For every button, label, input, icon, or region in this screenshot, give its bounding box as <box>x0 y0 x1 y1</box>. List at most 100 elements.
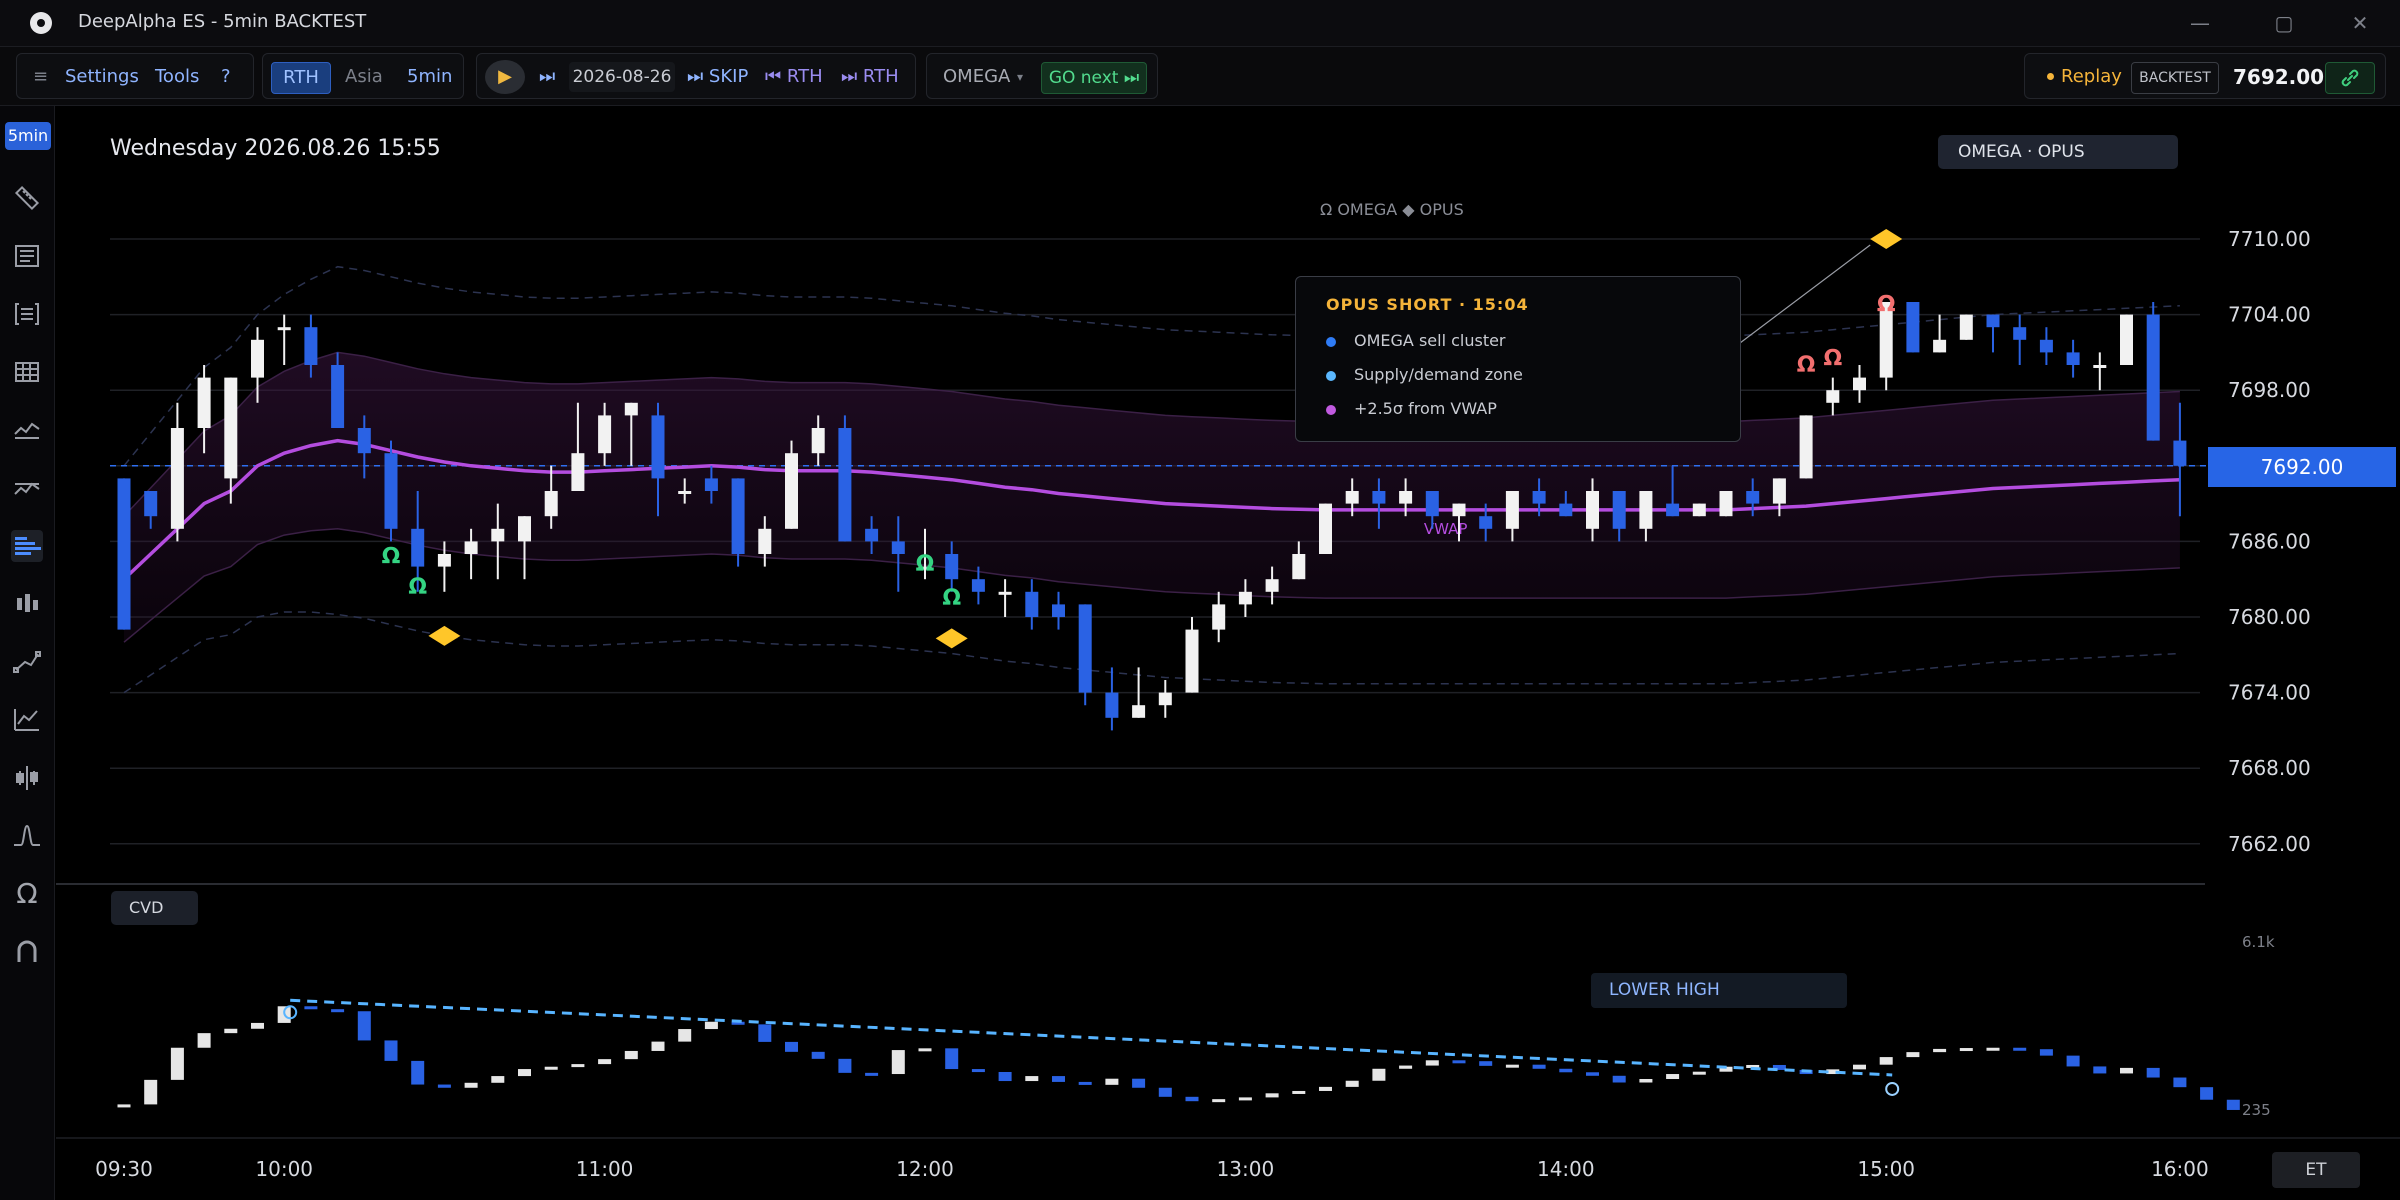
go-next-button[interactable]: GO next ⏭ <box>1041 62 1147 94</box>
skip-button[interactable]: ⏭ SKIP <box>687 63 748 91</box>
cvd-bar <box>1505 1064 1519 1068</box>
candle-body <box>571 453 585 491</box>
trend-tool-icon[interactable] <box>11 646 43 678</box>
strategy-caption: Ω OMEGA ◆ OPUS <box>1320 200 1464 219</box>
volume-profile-icon[interactable] <box>11 530 43 562</box>
close-button[interactable]: ✕ <box>2340 8 2380 38</box>
title-bar: DeepAlpha ES - 5min BACKTEST — ▢ ✕ <box>0 0 2400 47</box>
magnet-icon[interactable] <box>11 936 43 968</box>
footprint-icon[interactable] <box>11 588 43 620</box>
minimize-button[interactable]: — <box>2180 8 2220 38</box>
bracket-icon[interactable] <box>11 298 43 330</box>
indicator-alt-icon[interactable] <box>11 472 43 504</box>
step-button[interactable]: ⏭ <box>539 63 555 91</box>
time-axis-label: 09:30 <box>95 1157 153 1181</box>
price-axis-label: 7698.00 <box>2228 378 2311 402</box>
candle-body <box>1132 705 1146 718</box>
tools-button[interactable]: Tools <box>155 63 199 91</box>
cvd-bar <box>2200 1087 2214 1100</box>
candle-body <box>945 554 959 580</box>
indicator-select[interactable]: OMEGA <box>943 63 1010 91</box>
omega-buy-signal-icon: Ω <box>942 586 961 611</box>
price-axis-label: 7710.00 <box>2228 227 2311 251</box>
price-axis-label: 7668.00 <box>2228 756 2311 780</box>
link-button[interactable] <box>2325 62 2375 94</box>
candle-body <box>1158 692 1172 706</box>
omega-buy-signal-icon: Ω <box>408 575 427 600</box>
time-axis-label: 12:00 <box>896 1157 954 1181</box>
cvd-bar <box>945 1048 959 1070</box>
cvd-bar <box>437 1084 451 1088</box>
rth-session-button[interactable]: RTH <box>271 62 331 94</box>
asia-session-button[interactable]: Asia <box>345 63 383 91</box>
opus-diamond-icon <box>935 628 968 649</box>
candle-body <box>731 478 745 554</box>
cvd-bar <box>251 1022 264 1029</box>
help-button[interactable]: ? <box>221 63 231 91</box>
strategy-label[interactable]: OMEGA · OPUS <box>1938 135 2178 169</box>
popup-dot-icon <box>1326 336 1336 347</box>
peak-icon[interactable] <box>11 820 43 852</box>
cvd-bar <box>1666 1074 1680 1079</box>
cvd-bar <box>144 1079 158 1105</box>
candle-body <box>678 491 692 494</box>
prev-rth-button[interactable]: ⏮ RTH <box>765 63 823 91</box>
time-axis-label: 10:00 <box>255 1157 313 1181</box>
cvd-label[interactable]: CVD <box>111 891 198 925</box>
cvd-bar <box>1372 1068 1386 1081</box>
cvd-bar <box>1425 1060 1439 1066</box>
indicator-icon[interactable] <box>11 414 43 446</box>
candle-body <box>1265 579 1279 592</box>
cvd-axis-label: 6.1k <box>2242 933 2275 951</box>
candle-body <box>1185 629 1199 693</box>
cvd-bar <box>1933 1048 1947 1053</box>
cvd-bar <box>2146 1067 2160 1078</box>
cvd-bar <box>1692 1071 1706 1075</box>
timezone-button[interactable]: ET <box>2272 1152 2360 1188</box>
candle-body <box>197 377 211 428</box>
signals-icon[interactable] <box>11 762 43 794</box>
price-chart[interactable]: VWAP ΩΩΩΩΩΩΩ 7710.007704.007698.007692.0… <box>56 106 2400 1200</box>
replay-button[interactable]: Replay <box>2061 63 2122 91</box>
candle-body <box>1025 591 1039 617</box>
settings-button[interactable]: Settings <box>65 63 139 91</box>
timeframe-button[interactable]: 5min <box>407 63 452 91</box>
grid-icon[interactable] <box>11 356 43 388</box>
order-list-icon[interactable] <box>11 240 43 272</box>
candle-body <box>1238 591 1252 605</box>
candle-body <box>1105 692 1119 718</box>
popup-dot-icon <box>1326 404 1336 415</box>
candle-body <box>1639 491 1653 529</box>
candle-body <box>1399 491 1413 504</box>
candle-body <box>971 579 985 592</box>
candle-body <box>1799 415 1813 479</box>
cvd-bar <box>1212 1099 1226 1103</box>
cvd-bar <box>224 1028 238 1034</box>
maximize-button[interactable]: ▢ <box>2264 8 2304 38</box>
cvd-bar <box>918 1048 932 1052</box>
candle-body <box>2093 365 2107 368</box>
cvd-bar <box>891 1050 905 1075</box>
candle-body <box>838 428 852 542</box>
indicator-group: OMEGA ▾ GO next ⏭ <box>926 53 1158 99</box>
time-axis-label: 13:00 <box>1217 1157 1275 1181</box>
timeframe-badge[interactable]: 5min <box>5 122 51 150</box>
next-rth-button[interactable]: ⏭ RTH <box>841 63 899 91</box>
chart-tool-icon[interactable] <box>11 704 43 736</box>
candle-body <box>1052 604 1065 617</box>
cvd-bar <box>1586 1072 1599 1076</box>
cvd-bar <box>1532 1064 1546 1069</box>
cvd-bar <box>384 1040 398 1061</box>
omega-icon[interactable]: Ω <box>11 878 43 910</box>
candle-body <box>624 402 638 416</box>
menu-icon[interactable]: ≡ <box>33 63 48 91</box>
ruler-icon[interactable] <box>11 182 43 214</box>
cvd-bar <box>117 1104 131 1108</box>
current-price-tag: 7692.00 <box>2208 447 2396 487</box>
date-picker[interactable]: 2026-08-26 <box>569 62 675 92</box>
app-window: DeepAlpha ES - 5min BACKTEST — ▢ ✕ ≡ Set… <box>0 0 2400 1200</box>
chart-date-label: Wednesday 2026.08.26 15:55 <box>110 136 441 161</box>
play-button[interactable]: ▶ <box>485 60 525 94</box>
candle-body <box>224 377 238 479</box>
candle-body <box>1425 491 1439 517</box>
